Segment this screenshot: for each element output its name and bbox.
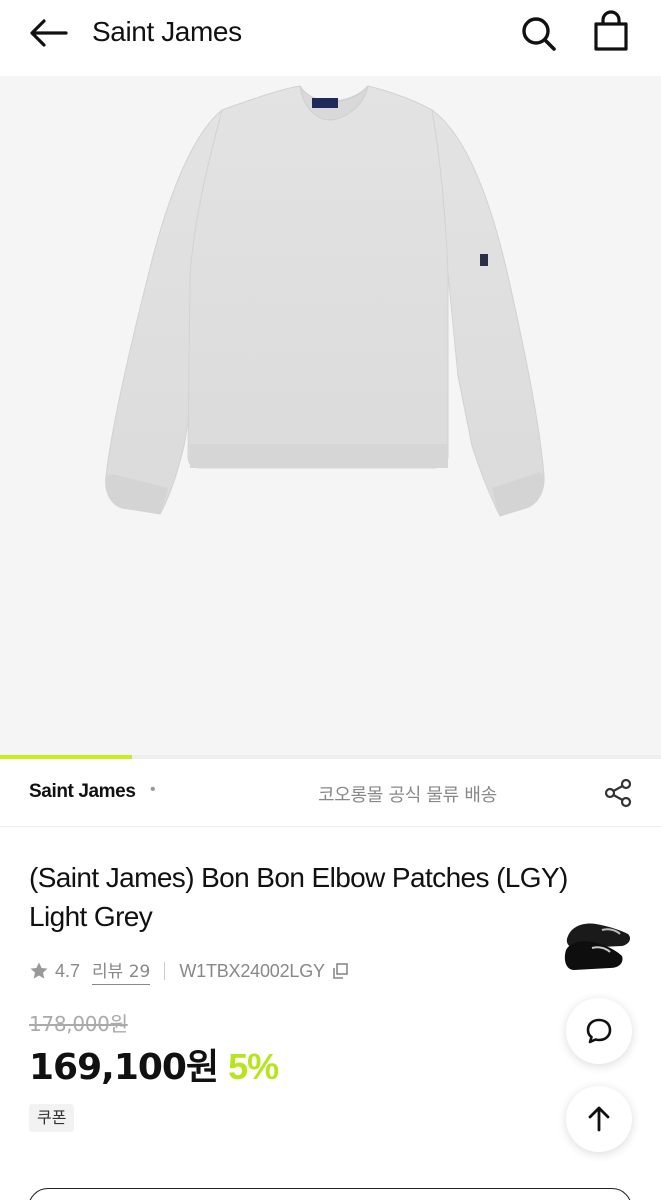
shipping-notice: 코오롱몰 공식 물류 배송 <box>318 785 497 806</box>
share-button[interactable] <box>602 777 634 809</box>
coupon-badge: 쿠폰 <box>29 1104 75 1132</box>
copy-icon[interactable] <box>331 962 349 980</box>
search-icon <box>522 17 556 51</box>
page-title: Saint James <box>92 16 242 47</box>
shopping-bag-icon <box>594 10 628 51</box>
arrow-left-icon <box>30 19 68 47</box>
sale-price: 169,100원 <box>29 1047 219 1088</box>
price-row: 169,100원 5% <box>29 1038 279 1088</box>
related-product-thumbnail[interactable] <box>562 908 634 978</box>
chat-button[interactable] <box>566 998 632 1064</box>
arrow-up-icon <box>588 1106 610 1132</box>
star-icon <box>30 962 48 979</box>
back-button[interactable] <box>28 14 74 52</box>
brand-separator-dot: • <box>150 781 156 798</box>
chat-bubble-icon <box>586 1018 612 1044</box>
cart-button[interactable] <box>590 10 632 54</box>
rating-value: 4.7 <box>55 960 81 981</box>
meta-divider <box>164 962 166 980</box>
scroll-to-top-button[interactable] <box>566 1086 632 1152</box>
brand-bar: Saint James • 코오롱몰 공식 물류 배송 <box>0 759 661 827</box>
product-sku: W1TBX24002LGY <box>179 960 325 981</box>
search-button[interactable] <box>518 12 560 54</box>
share-icon <box>604 778 632 808</box>
product-image-gallery[interactable] <box>0 76 661 759</box>
discount-rate: 5% <box>228 1046 279 1087</box>
brand-link[interactable]: Saint James <box>29 781 136 803</box>
product-image <box>105 85 545 517</box>
loafer-image <box>564 923 630 970</box>
bottom-action-bar[interactable] <box>28 1188 632 1200</box>
review-count-link[interactable]: 리뷰 29 <box>92 957 151 985</box>
original-price: 178,000원 <box>29 1012 128 1036</box>
product-meta: 4.7 리뷰 29 W1TBX24002LGY <box>29 956 349 986</box>
product-title: (Saint James) Bon Bon Elbow Patches (LGY… <box>29 862 568 932</box>
app-header: Saint James <box>0 0 661 76</box>
